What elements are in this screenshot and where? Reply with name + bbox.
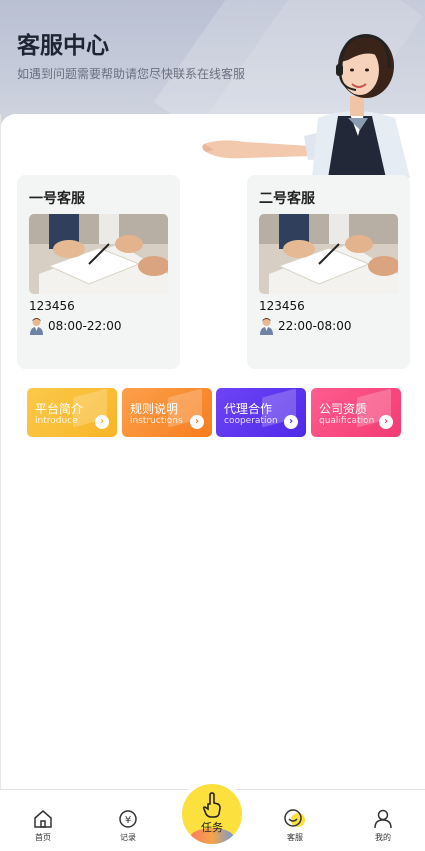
- chevron-right-icon: ›: [284, 415, 298, 429]
- chevron-right-icon: ›: [190, 415, 204, 429]
- feature-subtitle: introduce: [35, 416, 78, 426]
- agent-card-title: 二号客服: [259, 191, 315, 207]
- home-icon: [34, 810, 52, 828]
- feature-subtitle: qualification: [319, 416, 375, 426]
- agent-contact-id: 123456: [29, 299, 75, 313]
- agent-contact-id: 123456: [259, 299, 305, 313]
- customer-service-agent-illustration: [202, 34, 410, 178]
- tap-hand-icon: [202, 792, 221, 818]
- user-icon: [374, 809, 392, 829]
- tab-task-button[interactable]: 任务: [182, 784, 242, 844]
- tab-label: 首页: [35, 833, 51, 842]
- tab-label: 记录: [120, 833, 136, 842]
- feature-qualification-button[interactable]: 公司资质 qualification ›: [311, 388, 401, 437]
- agent-card-photo: [29, 214, 168, 294]
- chat-smile-icon: [284, 809, 305, 827]
- feature-subtitle: instructions: [130, 416, 183, 426]
- feature-instructions-button[interactable]: 规则说明 instructions ›: [122, 388, 212, 437]
- agent-hours-row: 08:00-22:00: [29, 317, 122, 335]
- yuan-record-icon: ¥: [119, 810, 137, 828]
- chevron-right-icon: ›: [95, 415, 109, 429]
- tab-home[interactable]: 首页: [23, 808, 63, 843]
- divider: [0, 114, 1, 794]
- tab-service[interactable]: 客服: [275, 808, 315, 843]
- tab-label: 客服: [287, 833, 303, 842]
- tab-label: 我的: [375, 833, 391, 842]
- svg-text:¥: ¥: [125, 815, 131, 826]
- feature-cooperation-button[interactable]: 代理合作 cooperation ›: [216, 388, 306, 437]
- agent-card-2[interactable]: 二号客服 123456 22:00-08:00: [247, 175, 410, 369]
- tab-label: 任务: [201, 821, 223, 834]
- person-icon: [260, 318, 273, 335]
- chevron-right-icon: ›: [379, 415, 393, 429]
- feature-title: 代理合作: [224, 402, 273, 416]
- tab-records[interactable]: ¥ 记录: [108, 808, 148, 843]
- feature-subtitle: cooperation: [224, 416, 278, 426]
- agent-hours: 08:00-22:00: [48, 319, 122, 333]
- agent-hours: 22:00-08:00: [278, 319, 352, 333]
- agent-hours-row: 22:00-08:00: [259, 317, 352, 335]
- feature-introduce-button[interactable]: 平台简介 introduce ›: [27, 388, 117, 437]
- agent-card-1[interactable]: 一号客服 123456 08:00-22:00: [17, 175, 180, 369]
- agent-card-photo: [259, 214, 398, 294]
- tab-mine[interactable]: 我的: [363, 808, 403, 843]
- feature-title: 公司资质: [319, 402, 368, 416]
- agent-card-title: 一号客服: [29, 191, 85, 207]
- feature-title: 平台简介: [35, 402, 84, 416]
- person-icon: [30, 318, 43, 335]
- feature-title: 规则说明: [130, 402, 179, 416]
- page-title: 客服中心: [17, 33, 109, 59]
